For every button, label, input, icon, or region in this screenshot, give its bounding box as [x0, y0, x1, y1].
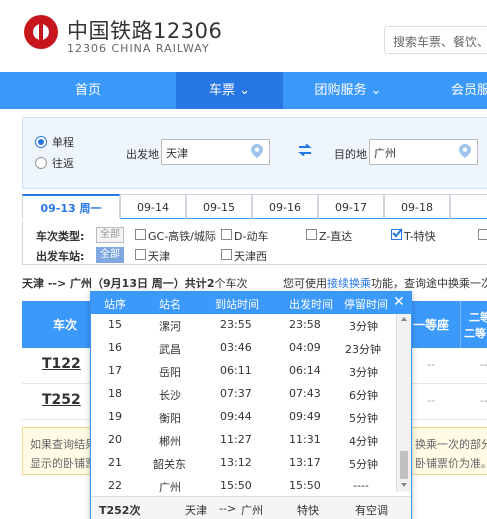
- location-pin-icon: [459, 144, 471, 158]
- train-count-suffix: 个车次: [214, 277, 248, 290]
- nav-item-group-service[interactable]: 团购服务 ⌄: [283, 72, 413, 109]
- checkmark-icon: [392, 228, 403, 238]
- col-depart-time: 出发时间: [289, 298, 333, 311]
- popup-scrollbar[interactable]: [396, 314, 411, 492]
- radio-round-trip[interactable]: [35, 157, 47, 169]
- location-pin-icon: [251, 144, 263, 158]
- date-tab-more[interactable]: [450, 194, 487, 219]
- chevron-down-icon: ⌄: [370, 83, 382, 98]
- seat-first-value: --: [427, 358, 435, 371]
- footer-to: 广州: [241, 504, 263, 517]
- close-icon[interactable]: ✕: [393, 294, 405, 310]
- type-z-label: Z-直达: [319, 230, 353, 243]
- col-second-class: 二等 二等: [460, 301, 487, 348]
- checkbox-station-tianjin[interactable]: [135, 249, 146, 260]
- train-type-label: 车次类型:: [36, 230, 85, 243]
- checkbox-z[interactable]: [306, 229, 317, 240]
- chevron-down-icon: ⌄: [239, 83, 251, 98]
- nav-item-home[interactable]: 首页: [0, 72, 176, 109]
- from-label: 出发地: [126, 148, 159, 161]
- to-label: 目的地: [334, 148, 367, 161]
- nav-item-member[interactable]: 会员服: [413, 72, 487, 109]
- railway-logo-icon[interactable]: [24, 15, 58, 49]
- round-trip-label: 往返: [52, 157, 74, 170]
- station-all-button[interactable]: 全部: [96, 247, 124, 263]
- type-gc-label: GC-高铁/城际: [148, 230, 216, 243]
- search-placeholder: 搜索车票、餐饮、: [393, 35, 487, 49]
- scrollbar-thumb[interactable]: [400, 451, 408, 479]
- stop-row: 18 长沙 07:37 07:43 6分钟: [108, 387, 378, 402]
- stop-row: 16 武昌 03:46 04:09 23分钟: [108, 341, 381, 356]
- stop-row: 22 广州 15:50 15:50 ----: [108, 479, 369, 494]
- stop-row: 21 韶关东 13:12 13:17 5分钟: [108, 456, 378, 471]
- date-tab-0918[interactable]: 09-18: [384, 194, 450, 219]
- result-summary: 天津 --> 广州（9月13日 周一）共计2个车次: [22, 275, 247, 291]
- type-d-label: D-动车: [234, 230, 269, 243]
- seat-second-value: --: [480, 394, 487, 407]
- date-tab-0917[interactable]: 09-17: [318, 194, 384, 219]
- departure-station-label: 出发车站:: [36, 250, 85, 263]
- route-text: 天津 --> 广州（9月13日 周一）共计: [22, 277, 207, 290]
- stop-row: 15 漯河 23:55 23:58 3分钟: [108, 318, 378, 333]
- seat-second-value: --: [480, 358, 487, 371]
- from-station-input[interactable]: 天津: [161, 139, 270, 165]
- col-stop-no: 站序: [104, 298, 126, 311]
- swap-stations-icon[interactable]: [297, 144, 313, 156]
- single-trip-label: 单程: [52, 136, 74, 149]
- brand-title[interactable]: 中国铁路12306: [67, 15, 222, 45]
- from-station-value: 天津: [166, 147, 188, 160]
- stop-row: 20 郴州 11:27 11:31 4分钟: [108, 433, 378, 448]
- to-station-input[interactable]: 广州: [369, 139, 478, 165]
- nav-item-tickets[interactable]: 车票 ⌄: [176, 72, 283, 109]
- seat-first-value: --: [427, 394, 435, 407]
- scroll-up-arrow-icon[interactable]: [401, 317, 407, 321]
- to-station-value: 广州: [374, 147, 396, 160]
- type-t-label: T-特快: [404, 230, 436, 243]
- footer-train: T252次: [99, 504, 141, 517]
- col-station-name: 站名: [159, 298, 181, 311]
- footer-from: 天津: [185, 504, 207, 517]
- col-arrive-time: 到站时间: [215, 298, 259, 311]
- site-search-input[interactable]: 搜索车票、餐饮、: [384, 26, 487, 54]
- col-stay-time: 停留时间: [344, 298, 388, 311]
- radio-single-trip[interactable]: [35, 136, 47, 148]
- date-tab-0914[interactable]: 09-14: [120, 194, 186, 219]
- date-tab-0915[interactable]: 09-15: [186, 194, 252, 219]
- main-nav: 首页 车票 ⌄ 团购服务 ⌄ 会员服: [0, 72, 487, 109]
- col-first-class: 一等座: [410, 301, 457, 348]
- station-tianjin-label: 天津: [148, 250, 170, 263]
- checkbox-t[interactable]: [391, 228, 403, 240]
- popup-header: 站序 站名 到站时间 出发时间 停留时间 ✕: [91, 292, 411, 314]
- transfer-hint: 您可使用接续换乘功能，查询途中换乘一次: [283, 277, 487, 290]
- footer-ac: 有空调: [355, 504, 388, 517]
- date-tabs: 09-13 周一 09-14 09-15 09-16 09-17 09-18: [22, 194, 487, 221]
- station-tianjinxi-label: 天津西: [234, 250, 267, 263]
- date-tab-0913[interactable]: 09-13 周一: [22, 194, 120, 219]
- footer-arrow: -->: [219, 502, 237, 515]
- stop-row: 17 岳阳 06:11 06:14 3分钟: [108, 364, 378, 379]
- footer-type: 特快: [297, 504, 319, 517]
- train-number-link[interactable]: T122: [42, 356, 81, 372]
- popup-footer: T252次 天津 --> 广州 特快 有空调: [91, 496, 411, 519]
- transfer-link[interactable]: 接续换乘: [327, 277, 371, 290]
- col-train-header: 车次: [53, 318, 78, 332]
- checkbox-station-tianjinxi[interactable]: [221, 249, 232, 260]
- train-type-all-button[interactable]: 全部: [96, 227, 124, 243]
- stop-list-popup: 站序 站名 到站时间 出发时间 停留时间 ✕ 15 漯河 23:55 23:58…: [90, 291, 412, 519]
- stop-row: 19 衡阳 09:44 09:49 5分钟: [108, 410, 378, 425]
- checkbox-d[interactable]: [221, 229, 232, 240]
- date-tab-0916[interactable]: 09-16: [252, 194, 318, 219]
- site-header: 中国铁路12306 12306 CHINA RAILWAY 搜索车票、餐饮、: [0, 0, 487, 72]
- checkbox-more[interactable]: [478, 229, 487, 240]
- checkbox-gc[interactable]: [135, 229, 146, 240]
- scroll-down-arrow-icon[interactable]: [401, 483, 407, 487]
- brand-subtitle: 12306 CHINA RAILWAY: [67, 42, 210, 55]
- train-number-link[interactable]: T252: [42, 392, 81, 408]
